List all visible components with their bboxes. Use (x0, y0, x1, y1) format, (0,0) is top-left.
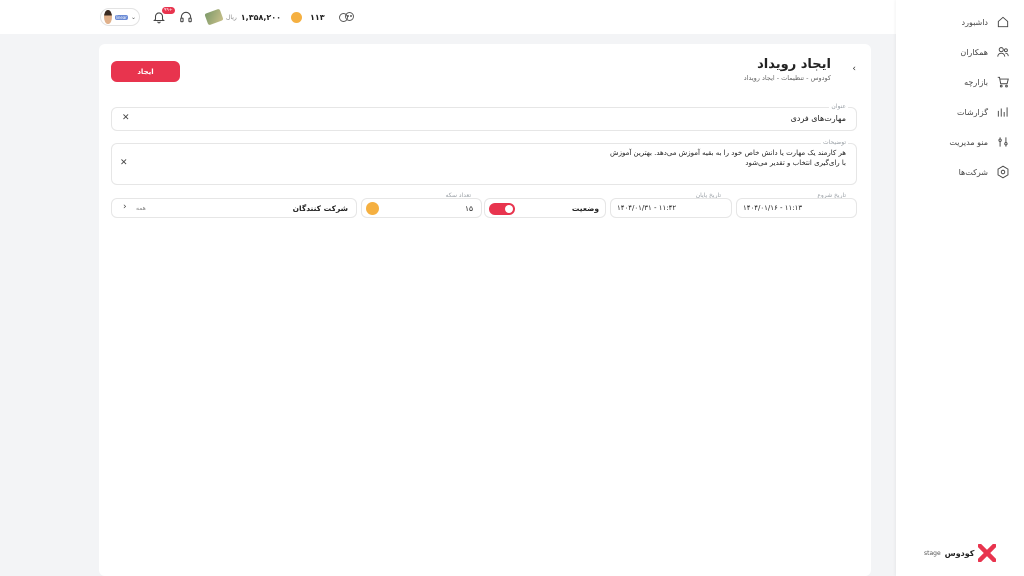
brand-logo[interactable]: stage کودوس (924, 544, 997, 562)
coin-count-value: ۱۵ (464, 204, 473, 213)
sidebar-item-label: منو مدیریت (949, 137, 988, 147)
end-date-field[interactable]: ۱۴۰۴/۰۱/۳۱ - ۱۱:۴۲ (610, 198, 732, 218)
avatar-tag: linear (114, 14, 128, 20)
description-line-1: هر کارمند یک مهارت یا دانش خاص خود را به… (610, 149, 846, 157)
breadcrumb: کودوس - تنظیمات - ایجاد رویداد (743, 74, 831, 82)
coin-count-field[interactable]: ۱۵ (361, 198, 482, 218)
participants-field[interactable]: شرکت کنندگان همه › (111, 198, 357, 218)
start-date-value: ۱۴۰۴/۰۱/۱۶ - ۱۱:۱۳ (743, 204, 803, 212)
money-icon (204, 8, 224, 26)
sidebar-item-label: بازارچه (964, 77, 988, 87)
sidebar-item-marketplace[interactable]: بازارچه (964, 72, 1010, 92)
wallet-balance[interactable]: ریال ۱,۳۵۸,۲۰۰ (204, 0, 282, 34)
kudos-logo-icon (978, 544, 997, 562)
sidebar-item-colleagues[interactable]: همکاران (960, 42, 1010, 62)
sliders-icon (998, 137, 1008, 147)
notification-badge: ۹۹+ (162, 7, 175, 14)
title-value: مهارت‌های فردی (790, 114, 846, 123)
back-button[interactable]: ‹ (852, 64, 856, 74)
clear-description-icon[interactable]: ✕ (120, 158, 128, 168)
start-date-field[interactable]: ۱۴۰۴/۰۱/۱۶ - ۱۱:۱۳ (736, 198, 857, 218)
brand-tag: stage (924, 549, 941, 557)
profile-menu[interactable]: linear ⌄ (100, 0, 140, 34)
description-label: توضیحات (820, 139, 848, 146)
participants-value: همه (136, 205, 146, 212)
top-bar: linear ⌄ ۹۹+ ریال ۱,۳۵۸,۲۰۰ ۱۱۳ (0, 0, 896, 34)
title-field[interactable]: عنوان مهارت‌های فردی ✕ (111, 103, 857, 131)
chevron-right-icon: › (123, 202, 127, 212)
headset-icon (180, 11, 192, 23)
toggle-knob (505, 205, 513, 213)
coin-icon (366, 202, 379, 215)
sidebar-item-label: داشبورد (961, 17, 988, 27)
chart-icon (997, 107, 1008, 117)
end-date-value: ۱۴۰۴/۰۱/۳۱ - ۱۱:۴۲ (617, 204, 677, 212)
sidebar-item-dashboard[interactable]: داشبورد (962, 12, 1010, 32)
sidebar-item-label: گزارشات (957, 107, 988, 117)
avatar (104, 10, 112, 24)
coin-balance[interactable]: ۱۱۳ (291, 0, 325, 34)
coin-count: ۱۱۳ (310, 12, 325, 22)
currency-label: ریال (226, 13, 237, 21)
create-button[interactable]: ایجاد (111, 61, 180, 82)
sidebar-item-label: همکاران (960, 47, 988, 57)
home-icon (997, 16, 1009, 28)
smiley-icon (339, 12, 354, 22)
status-toggle[interactable] (489, 203, 515, 215)
status-field: وضعیت (484, 198, 606, 218)
create-event-card: ایجاد رویداد کودوس - تنظیمات - ایجاد روی… (99, 44, 871, 576)
brand-name: کودوس (944, 548, 975, 558)
description-field[interactable]: توضیحات هر کارمند یک مهارت یا دانش خاص خ… (111, 139, 857, 185)
balance-value: ۱,۳۵۸,۲۰۰ (240, 12, 282, 22)
feedback-button[interactable] (338, 0, 355, 34)
cart-icon (997, 76, 1009, 88)
description-line-2: با رای‌گیری انتخاب و تقدیر می‌شود (745, 159, 846, 167)
title-label: عنوان (829, 103, 848, 110)
page-title: ایجاد رویداد (757, 57, 831, 72)
users-icon (997, 47, 1009, 57)
sidebar-item-admin-menu[interactable]: منو مدیریت (949, 132, 1010, 152)
coin-icon (291, 11, 302, 23)
status-label: وضعیت (571, 204, 599, 213)
clear-title-icon[interactable]: ✕ (122, 113, 130, 123)
sidebar-item-reports[interactable]: گزارشات (957, 102, 1010, 122)
sidebar-item-companies[interactable]: شرکت‌ها (959, 162, 1010, 182)
sidebar-item-label: شرکت‌ها (958, 167, 988, 177)
notifications-button[interactable]: ۹۹+ (152, 0, 175, 34)
participants-label: شرکت کنندگان (292, 204, 348, 213)
sidebar: داشبورد همکاران بازارچه گزارشات منو مدیر… (896, 0, 1024, 576)
settings-icon (997, 165, 1009, 179)
support-button[interactable] (179, 0, 193, 34)
chevron-down-icon: ⌄ (130, 13, 136, 21)
